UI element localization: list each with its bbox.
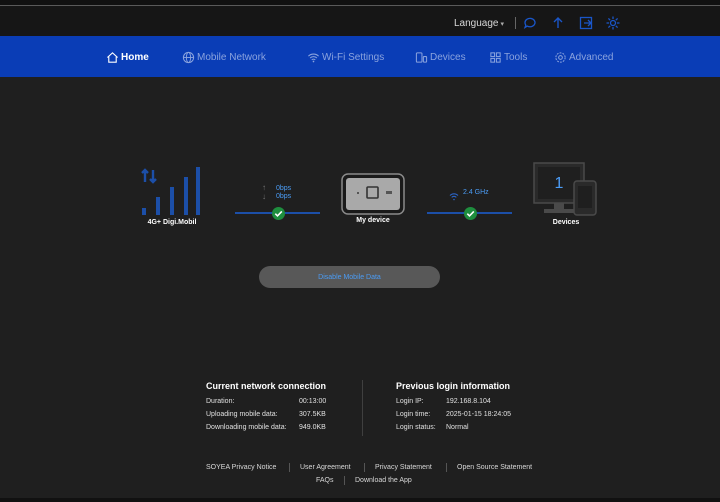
nav-home-label: Home [121,51,149,63]
nav-advanced[interactable]: Advanced [554,49,613,65]
duration-value: 00:13:00 [299,398,327,405]
wifi-icon [308,53,319,62]
footer-user-agreement-link[interactable]: User Agreement [300,464,351,471]
wifi-band: 2.4 GHz [463,189,489,196]
download-data-value: 949.0KB [299,424,326,431]
login-time-label: Login time: [396,411,431,418]
login-ip-value: 192.168.8.104 [446,398,491,405]
login-status-label: Login status: [396,424,436,431]
logout-icon[interactable] [578,15,594,31]
divider [515,17,516,29]
network-provider-label: 4G+ Digi.Mobil [147,219,197,226]
divider [344,476,345,485]
divider [362,380,363,436]
signal-strength-icon [140,165,204,217]
duration-label: Duration: [206,398,235,405]
nav-mobile-network-label: Mobile Network [197,51,266,63]
nav-home[interactable]: Home [106,49,149,65]
upload-rate: 0bps [276,185,292,192]
nav-tools[interactable]: Tools [489,49,527,65]
my-device-label: My device [356,217,390,224]
globe-icon [182,51,195,63]
upload-arrow-icon: ↑ [262,183,266,192]
divider [364,463,365,472]
nav-devices[interactable]: Devices [415,49,466,65]
language-selector[interactable]: Language ▾ [454,18,504,29]
login-ip-label: Login IP: [396,398,424,405]
footer-faqs-link[interactable]: FAQs [316,477,334,484]
download-rate: 0bps [276,193,292,200]
nav-tools-label: Tools [504,51,528,63]
nav-devices-label: Devices [430,51,466,63]
window-bottom-border [0,498,720,502]
nav-wifi-settings[interactable]: Wi-Fi Settings [307,49,384,65]
previous-login-title: Previous login information [396,381,511,391]
footer-privacy-notice-link[interactable]: SOYEA Privacy Notice [206,464,276,471]
divider [446,463,447,472]
wifi-small-icon [449,188,459,201]
divider [289,463,290,472]
nav-wifi-settings-label: Wi-Fi Settings [322,51,385,63]
footer-privacy-statement-link[interactable]: Privacy Statement [375,464,432,471]
gear-icon [555,51,566,63]
top-bar: Language ▾ [0,6,720,36]
devices-icon [415,51,428,63]
home-icon [107,51,118,63]
main-nav: Home Mobile Network Wi-Fi Settings Devic… [0,36,720,77]
upload-data-label: Uploading mobile data: [206,411,278,418]
upload-data-value: 307.5KB [299,411,326,418]
devices-count: 1 [554,175,564,192]
nav-advanced-label: Advanced [569,51,614,63]
language-label: Language [454,18,499,29]
disable-mobile-data-button[interactable]: Disable Mobile Data [259,266,440,288]
nav-mobile-network[interactable]: Mobile Network [182,49,266,65]
devices-label: Devices [552,219,580,226]
upload-icon[interactable] [550,15,566,31]
footer-open-source-link[interactable]: Open Source Statement [457,464,532,471]
download-data-label: Downloading mobile data: [206,424,287,431]
login-status-value: Normal [446,424,469,431]
footer-download-app-link[interactable]: Download the App [355,477,412,484]
login-time-value: 2025-01-15 18:24:05 [446,411,511,418]
check-icon [272,207,285,220]
current-connection-title: Current network connection [206,381,327,391]
download-arrow-icon: ↓ [262,192,266,201]
chat-icon[interactable] [522,15,538,31]
chevron-down-icon: ▾ [500,21,505,28]
router-device-icon [341,173,405,215]
settings-icon[interactable] [605,15,621,31]
check-icon [464,207,477,220]
tools-icon [490,51,501,63]
